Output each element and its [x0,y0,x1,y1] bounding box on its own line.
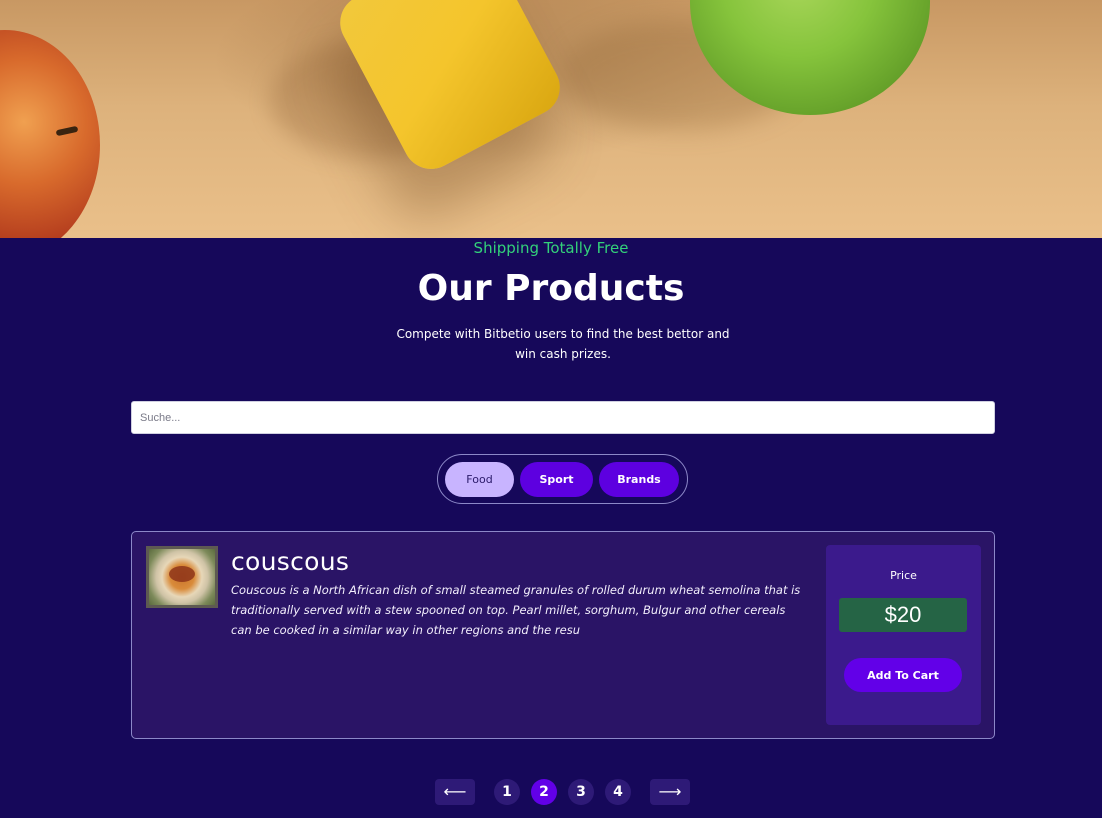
next-page-arrow-icon[interactable]: ⟶ [650,779,690,805]
price-value: $20 [839,598,967,632]
shipping-tagline: Shipping Totally Free [473,239,629,257]
category-brands-button[interactable]: Brands [599,461,679,497]
page-2-button[interactable]: 2 [531,779,557,805]
product-name[interactable]: couscous [231,546,349,578]
page-4-button[interactable]: 4 [605,779,631,805]
price-panel: Price $20 Add To Cart [826,545,981,725]
category-sport-button[interactable]: Sport [520,461,593,497]
page-subtitle: Compete with Bitbetio users to find the … [396,327,730,361]
product-description: Couscous is a North African dish of smal… [231,583,801,637]
page-title: Our Products [417,268,685,309]
hero-image [0,0,1102,238]
category-filter: Food Sport Brands [437,454,688,504]
page-1-button[interactable]: 1 [494,779,520,805]
prev-page-arrow-icon[interactable]: ⟵ [435,779,475,805]
search-input[interactable] [131,401,995,434]
add-to-cart-button[interactable]: Add To Cart [844,658,962,692]
category-food-button[interactable]: Food [445,461,514,497]
product-card: couscous Couscous is a North African dis… [131,531,995,739]
price-label: Price [890,569,917,582]
page-3-button[interactable]: 3 [568,779,594,805]
product-image[interactable] [146,546,218,608]
pagination: ⟵ 1 2 3 4 ⟶ [0,778,1102,806]
